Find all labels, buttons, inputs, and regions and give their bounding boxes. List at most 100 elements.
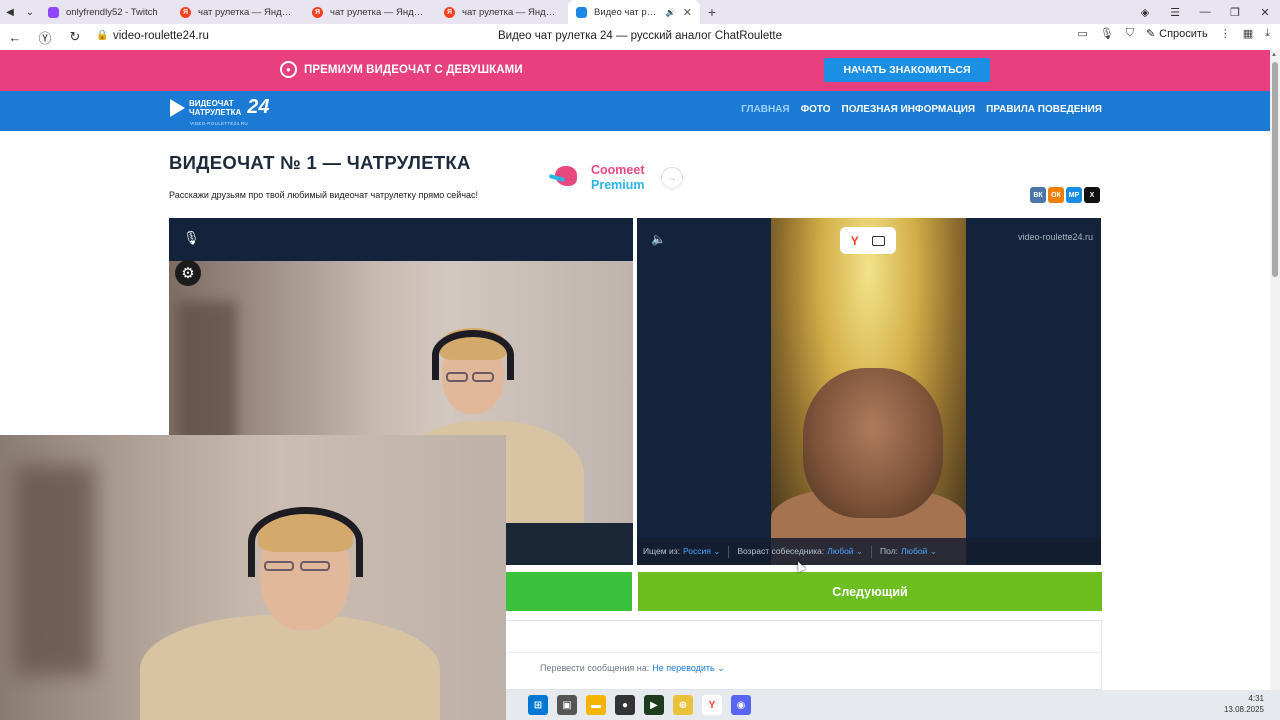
webcam-icon: ●	[280, 61, 297, 78]
coomeet-banner[interactable]: Coomeet Premium →	[548, 163, 683, 193]
search-filters: Ищем из: Россия ⌄ Возраст собеседника: Люб…	[637, 538, 1101, 565]
tab-title: чат рулетка — Яндекс: на	[462, 6, 560, 18]
logo-subtitle: VIDEO-ROULETTE24.RU	[190, 121, 248, 126]
more-icon[interactable]: ⋮	[1220, 27, 1231, 40]
tab-title: onlyfrendly52 - Twitch	[66, 6, 158, 18]
microphone-icon[interactable]: 🎙	[1100, 27, 1114, 40]
tab-sound-icon[interactable]: 🔊	[666, 8, 676, 17]
scroll-up-icon[interactable]: ▲	[1271, 52, 1277, 58]
translate-value: Не переводить	[652, 663, 715, 673]
filter-separator	[871, 545, 873, 558]
yandex-browser-icon[interactable]: Y	[702, 695, 722, 715]
tagline: Расскажи друзьям про твой любимый видеоч…	[169, 190, 479, 200]
site-navigation: ВИДЕОЧАТ ЧАТРУЛЕТКА 24 VIDEO-ROULETTE24.…	[0, 91, 1270, 131]
menu-item-info[interactable]: ПОЛЕЗНАЯ ИНФОРМАЦИЯ	[842, 104, 976, 115]
system-clock[interactable]: 4:31 13.08.2025	[1224, 693, 1264, 715]
promo-banner: ● ПРЕМИУМ ВИДЕОЧАТ С ДЕВУШКАМИ НАЧАТЬ ЗН…	[0, 50, 1270, 91]
ask-button[interactable]: ✎ Спросить	[1145, 27, 1208, 41]
logo-line2: ЧАТРУЛЕТКА	[189, 107, 242, 117]
promo-text[interactable]: ● ПРЕМИУМ ВИДЕОЧАТ С ДЕВУШКАМИ	[280, 61, 523, 78]
tab-title: чат рулетка — Яндекс: на	[330, 6, 428, 18]
menu-icon[interactable]: ☰	[1160, 6, 1190, 19]
country-label: Ищем из:	[643, 546, 680, 556]
mailru-share-icon[interactable]: МР	[1066, 187, 1082, 203]
page-scrollbar[interactable]: ▲	[1270, 50, 1280, 690]
yandex-icon: Я	[312, 6, 323, 18]
ok-share-icon[interactable]: ОК	[1048, 187, 1064, 203]
download-icon[interactable]: ⤓	[1265, 27, 1270, 40]
window-controls: ◈ ☰ — ❐ ✕	[1130, 0, 1280, 24]
browser-tab-active[interactable]: Видео чат рулетка 2 🔊 ✕	[568, 0, 700, 24]
speaker-icon[interactable]: 🔈	[651, 232, 666, 246]
age-label: Возраст собеседника:	[737, 546, 825, 556]
discord-icon[interactable]: ◉	[731, 695, 751, 715]
gender-value: Любой	[901, 546, 928, 556]
menu-item-rules[interactable]: ПРАВИЛА ПОВЕДЕНИЯ	[986, 104, 1102, 115]
page-heading: ВИДЕОЧАТ № 1 — ЧАТРУЛЕТКА	[169, 152, 471, 173]
terminal-icon[interactable]: ▶	[644, 695, 664, 715]
gear-icon[interactable]: ⚙	[175, 260, 201, 286]
menu-item-home[interactable]: ГЛАВНАЯ	[741, 104, 790, 115]
yandex-home-icon[interactable]: Ⓨ	[30, 28, 60, 47]
country-filter[interactable]: Ищем из: Россия ⌄	[643, 546, 720, 557]
microphone-icon[interactable]: 🎙	[183, 230, 200, 246]
filter-separator	[728, 545, 730, 558]
country-value: Россия	[682, 546, 711, 556]
chevron-down-icon: ⌄	[713, 546, 721, 556]
x-share-icon[interactable]: X	[1084, 187, 1100, 203]
promo-label: ПРЕМИУМ ВИДЕОЧАТ С ДЕВУШКАМИ	[304, 63, 523, 76]
translate-setting[interactable]: Перевести сообщения на: Не переводить ⌄	[540, 663, 725, 674]
coomeet-bird-icon	[548, 164, 583, 192]
close-tab-icon[interactable]: ✕	[683, 6, 692, 19]
close-window-button[interactable]: ✕	[1250, 6, 1280, 19]
obs-icon[interactable]: ●	[615, 695, 635, 715]
browser-tab-4[interactable]: Я чат рулетка — Яндекс: на	[436, 0, 568, 24]
picture-in-picture-icon[interactable]	[872, 235, 886, 246]
age-filter[interactable]: Возраст собеседника: Любой ⌄	[737, 546, 863, 557]
logo-words: ВИДЕОЧАТ ЧАТРУЛЕТКА	[189, 99, 241, 117]
age-value: Любой	[827, 546, 854, 556]
chevron-down-icon: ⌄	[717, 663, 725, 673]
share-buttons: ВК ОК МР X	[1030, 187, 1100, 203]
browser-tab-3[interactable]: Я чат рулетка — Яндекс: на	[304, 0, 436, 24]
menu-item-photo[interactable]: ФОТО	[801, 104, 831, 115]
ask-icon: ✎	[1145, 28, 1156, 40]
sidebar-icon[interactable]: ▦	[1243, 27, 1253, 40]
reload-button[interactable]: ↻	[60, 29, 90, 45]
bookmark-icon[interactable]: ⛉	[1126, 27, 1134, 40]
tab-audio-icon[interactable]: ◀	[0, 0, 20, 24]
logo-number: 24	[247, 96, 270, 118]
windows-start-icon[interactable]: ⊞	[528, 695, 548, 715]
minimize-button[interactable]: —	[1190, 6, 1220, 18]
back-button[interactable]: ←	[0, 30, 30, 45]
lock-app-icon[interactable]: ⊕	[673, 695, 693, 715]
streamer-webcam-overlay	[0, 435, 506, 720]
gender-filter[interactable]: Пол: Любой ⌄	[880, 546, 937, 557]
vk-share-icon[interactable]: ВК	[1030, 187, 1046, 203]
task-view-icon[interactable]: ▣	[557, 695, 577, 715]
browser-tab-1[interactable]: onlyfrendly52 - Twitch	[40, 0, 172, 24]
restore-button[interactable]: ❐	[1220, 6, 1250, 19]
logo-line1: ВИДЕОЧАТ	[189, 98, 234, 108]
tabs-dropdown-icon[interactable]: ⌄	[20, 0, 40, 24]
camera-icon[interactable]: ▭	[1077, 27, 1087, 40]
browser-tab-2[interactable]: Я чат рулетка — Яндекс: на	[172, 0, 304, 24]
coomeet-text: Coomeet Premium	[591, 163, 645, 193]
arrow-right-icon[interactable]: →	[660, 167, 683, 189]
next-button[interactable]: Следующий	[638, 572, 1102, 611]
coomeet-name: Coomeet	[591, 163, 645, 177]
scrollbar-thumb[interactable]	[1272, 62, 1278, 277]
chevron-down-icon: ⌄	[929, 546, 937, 556]
new-tab-button[interactable]: +	[700, 0, 724, 24]
shield-icon[interactable]: ◈	[1130, 6, 1160, 19]
site-logo[interactable]: ВИДЕОЧАТ ЧАТРУЛЕТКА 24 VIDEO-ROULETTE24.…	[170, 96, 270, 126]
clock-time: 4:31	[1248, 694, 1264, 703]
address-bar: ← Ⓨ ↻ 🔒 video-roulette24.ru Видео чат ру…	[0, 24, 1280, 50]
folder-icon[interactable]: ▬	[586, 695, 606, 715]
yandex-icon[interactable]: Y	[851, 234, 859, 248]
lock-icon[interactable]: 🔒	[96, 30, 108, 41]
partner-video-panel: 🔈 video-roulette24.ru Y Ищем из: Россия ⌄…	[637, 218, 1101, 565]
coomeet-premium: Premium	[591, 178, 645, 192]
start-dating-button[interactable]: НАЧАТЬ ЗНАКОМИТЬСЯ	[824, 58, 990, 82]
url-field[interactable]: video-roulette24.ru	[113, 30, 209, 42]
